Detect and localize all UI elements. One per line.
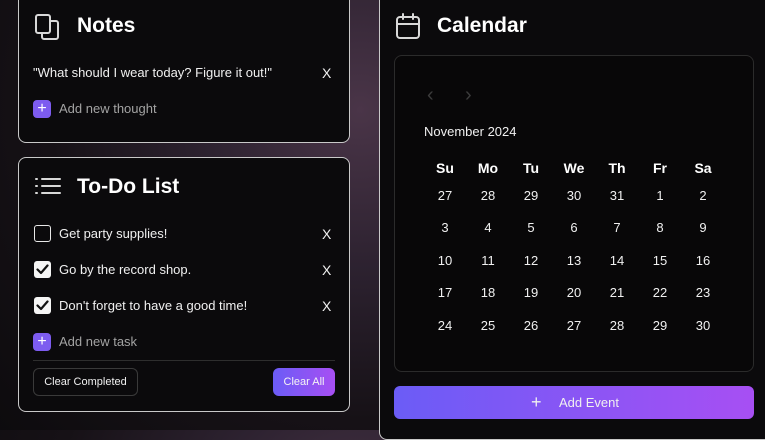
add-thought-button[interactable]: Add new thought [59,101,157,116]
weekday-label: Tu [522,160,540,176]
todo-checkbox[interactable] [34,261,51,278]
add-task-icon[interactable]: + [33,333,51,351]
calendar-day[interactable]: 12 [511,253,551,268]
list-icon [35,177,61,195]
plus-icon: + [531,392,542,412]
calendar-day[interactable]: 24 [425,318,465,333]
calendar-day[interactable]: 26 [511,318,551,333]
chevron-left-icon[interactable]: ‹ [427,84,434,107]
notes-title: Notes [77,14,136,37]
weekday-label: Sa [694,160,712,176]
notes-icon [34,13,60,41]
calendar-day[interactable]: 25 [468,318,508,333]
calendar-day[interactable]: 21 [597,285,637,300]
todo-checkbox[interactable] [34,225,51,242]
calendar-day[interactable]: 30 [683,318,723,333]
check-icon [36,300,49,311]
calendar-day[interactable]: 5 [511,220,551,235]
calendar-day[interactable]: 1 [640,188,680,203]
todo-checkbox[interactable] [34,297,51,314]
calendar-day[interactable]: 16 [683,253,723,268]
calendar-day[interactable]: 6 [554,220,594,235]
add-thought-icon[interactable]: + [33,100,51,118]
divider [33,360,335,361]
calendar-day[interactable]: 23 [683,285,723,300]
todo-item-text: Get party supplies! [59,226,168,241]
note-item: "What should I wear today? Figure it out… [33,65,273,80]
calendar-day[interactable]: 28 [597,318,637,333]
calendar-day[interactable]: 22 [640,285,680,300]
calendar-day[interactable]: 19 [511,285,551,300]
weekday-label: Su [436,160,454,176]
todo-remove-button[interactable]: X [322,298,331,314]
clear-completed-button[interactable]: Clear Completed [33,368,138,396]
calendar-day[interactable]: 3 [425,220,465,235]
add-event-button[interactable]: + Add Event [394,386,754,419]
calendar-day[interactable]: 11 [468,253,508,268]
calendar-day[interactable]: 29 [511,188,551,203]
todo-item-text: Go by the record shop. [59,262,192,277]
clear-all-button[interactable]: Clear All [273,368,335,396]
todo-remove-button[interactable]: X [322,262,331,278]
weekday-label: Th [608,160,626,176]
calendar-day[interactable]: 20 [554,285,594,300]
todo-item-text: Don't forget to have a good time! [59,298,248,313]
calendar-day[interactable]: 13 [554,253,594,268]
calendar-day[interactable]: 27 [425,188,465,203]
weekday-label: We [563,160,585,176]
calendar-day[interactable]: 4 [468,220,508,235]
chevron-right-icon[interactable]: › [465,84,472,107]
calendar-icon [395,13,421,40]
calendar-day[interactable]: 18 [468,285,508,300]
calendar-day[interactable]: 31 [597,188,637,203]
calendar-day[interactable]: 14 [597,253,637,268]
todo-title: To-Do List [77,175,180,198]
calendar-day[interactable]: 2 [683,188,723,203]
calendar-day[interactable]: 28 [468,188,508,203]
calendar-day[interactable]: 29 [640,318,680,333]
calendar-day[interactable]: 7 [597,220,637,235]
add-task-button[interactable]: Add new task [59,334,137,349]
check-icon [36,264,49,275]
calendar-day[interactable]: 27 [554,318,594,333]
calendar-day[interactable]: 10 [425,253,465,268]
month-label: November 2024 [424,124,517,139]
calendar-day[interactable]: 17 [425,285,465,300]
todo-remove-button[interactable]: X [322,226,331,242]
note-remove-button[interactable]: X [322,65,331,81]
calendar-title: Calendar [437,14,527,37]
weekday-label: Fr [653,160,667,176]
weekday-label: Mo [477,160,499,176]
calendar-day[interactable]: 9 [683,220,723,235]
add-event-label: Add Event [559,395,619,410]
calendar-day[interactable]: 15 [640,253,680,268]
calendar-day[interactable]: 8 [640,220,680,235]
calendar-day[interactable]: 30 [554,188,594,203]
